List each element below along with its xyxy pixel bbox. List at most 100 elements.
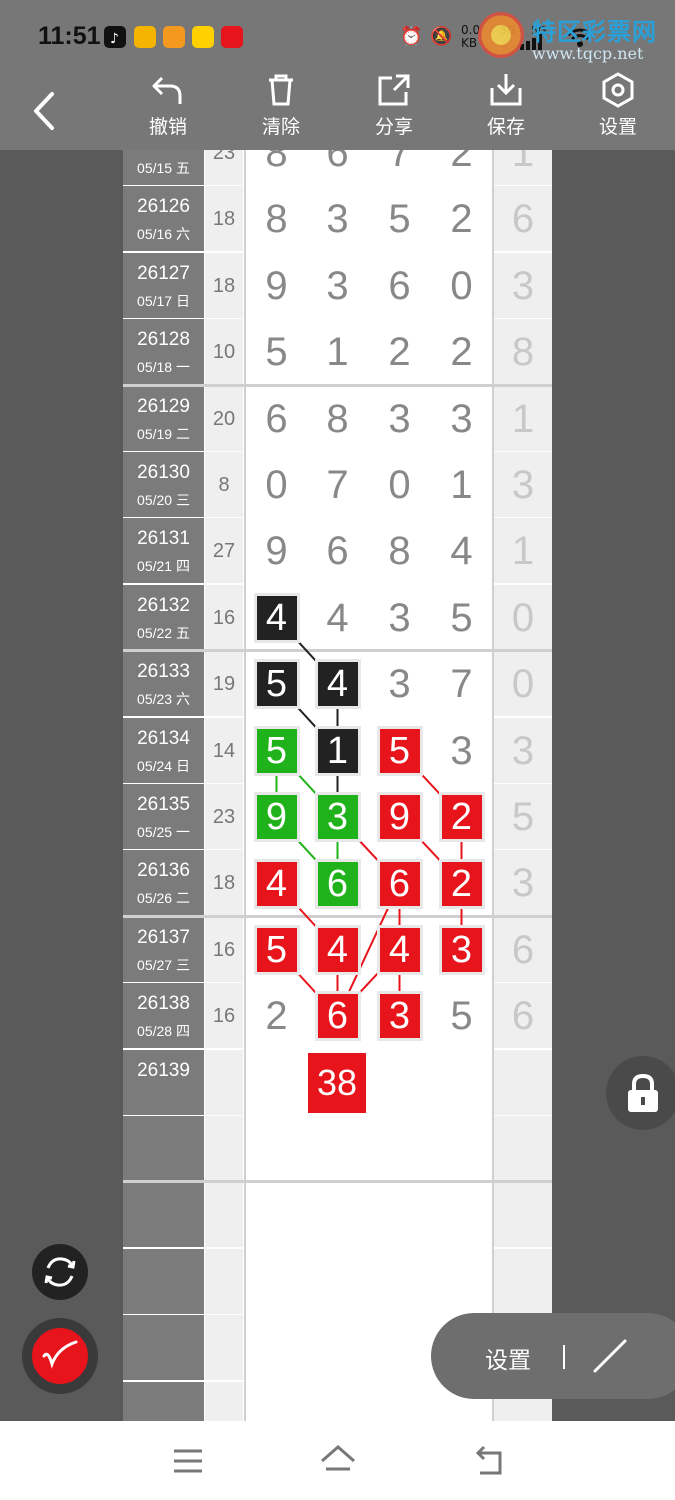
share-button[interactable]: 分享 [349, 72, 439, 150]
settings-button[interactable]: 设置 [573, 72, 663, 150]
save-button[interactable]: 保存 [461, 72, 551, 150]
undo-button[interactable]: 撤销 [123, 72, 213, 150]
digit-cell[interactable]: 7 [369, 150, 430, 185]
digit-cell[interactable] [431, 1116, 492, 1181]
digit-cell[interactable] [369, 1182, 430, 1248]
mark-black[interactable]: 1 [317, 728, 358, 773]
digit-cell[interactable] [369, 1116, 430, 1181]
system-nav-bar [0, 1421, 675, 1500]
digit-cell[interactable]: 3 [307, 186, 368, 252]
digit-cell[interactable] [246, 1315, 307, 1381]
mark-green[interactable]: 9 [256, 795, 297, 840]
digit-cell[interactable]: 6 [307, 150, 368, 185]
home-icon[interactable] [318, 1441, 358, 1481]
pill-settings-label[interactable]: 设置 [485, 1341, 531, 1375]
mark-green[interactable]: 3 [317, 795, 358, 840]
digit-cell[interactable] [246, 1381, 307, 1421]
digit-cell[interactable]: 0 [431, 252, 492, 318]
digit-cell[interactable] [369, 1381, 430, 1421]
mark-red[interactable]: 4 [317, 928, 358, 972]
digit-cell[interactable] [246, 1049, 307, 1115]
digit-cell[interactable] [431, 1182, 492, 1248]
prediction-mark[interactable]: 38 [308, 1052, 366, 1113]
mark-red[interactable]: 6 [317, 994, 358, 1039]
digit-cell[interactable]: 3 [431, 385, 492, 451]
issue-number: 26127 [137, 262, 190, 284]
floating-settings-pill[interactable]: 设置 [431, 1313, 675, 1399]
mark-red[interactable]: 6 [379, 861, 420, 906]
digit-cell[interactable]: 5 [369, 186, 430, 252]
tail-digit-cell: 6 [494, 916, 552, 982]
digit-cell[interactable] [307, 1182, 368, 1248]
mark-red[interactable]: 4 [256, 861, 297, 906]
digit-cell[interactable]: 9 [246, 252, 307, 318]
mark-red[interactable]: 2 [441, 861, 482, 906]
digit-cell[interactable]: 5 [431, 983, 492, 1049]
digit-cell[interactable]: 2 [431, 319, 492, 385]
digit-cell[interactable] [307, 1315, 368, 1381]
mark-red[interactable]: 5 [256, 928, 297, 972]
digit-cell[interactable]: 8 [307, 385, 368, 451]
digit-cell[interactable]: 3 [369, 651, 430, 717]
mark-red[interactable]: 4 [379, 928, 420, 972]
back-button[interactable] [26, 86, 66, 136]
menu-icon[interactable] [172, 1441, 204, 1481]
digit-cell[interactable] [369, 1248, 430, 1314]
digit-cell[interactable]: 3 [431, 717, 492, 783]
refresh-button[interactable] [32, 1244, 88, 1300]
digit-cell[interactable]: 7 [307, 452, 368, 517]
mark-red[interactable]: 3 [379, 994, 420, 1039]
digit-cell[interactable]: 6 [307, 518, 368, 584]
mark-black[interactable]: 4 [317, 662, 358, 707]
digit-cell[interactable]: 6 [246, 385, 307, 451]
digit-cell[interactable]: 3 [369, 584, 430, 650]
digit-cell[interactable]: 7 [431, 651, 492, 717]
digit-cell[interactable]: 4 [431, 518, 492, 584]
mark-red[interactable]: 3 [441, 928, 482, 972]
clear-button[interactable]: 清除 [236, 72, 326, 150]
digit-cell[interactable]: 0 [246, 452, 307, 517]
mark-green[interactable]: 5 [256, 728, 297, 773]
digit-cell[interactable]: 2 [431, 186, 492, 252]
digit-cell[interactable]: 2 [369, 319, 430, 385]
digit-cell[interactable] [246, 1182, 307, 1248]
digit-cell[interactable]: 9 [246, 518, 307, 584]
digit-cell[interactable]: 0 [369, 452, 430, 517]
digit-cell[interactable] [431, 1049, 492, 1115]
tail-digit-cell: 3 [494, 452, 552, 517]
digit-cell[interactable] [369, 1315, 430, 1381]
digit-cell[interactable]: 8 [246, 150, 307, 185]
digit-cell[interactable] [369, 1049, 430, 1115]
digit-cell[interactable] [246, 1248, 307, 1314]
pen-button[interactable] [22, 1318, 98, 1394]
digit-cell[interactable] [307, 1248, 368, 1314]
lock-button[interactable] [606, 1056, 675, 1130]
digit-cell[interactable]: 3 [307, 252, 368, 318]
digit-cell[interactable]: 2 [246, 983, 307, 1049]
mark-black[interactable]: 4 [256, 596, 297, 640]
issue-number: 26139 [137, 1059, 190, 1081]
digit-cell[interactable]: 2 [431, 150, 492, 185]
digit-cell[interactable] [307, 1381, 368, 1421]
digit-cell[interactable]: 5 [431, 584, 492, 650]
mark-black[interactable]: 5 [256, 662, 297, 707]
digit-cell[interactable]: 1 [431, 452, 492, 517]
mark-red[interactable]: 5 [379, 728, 420, 773]
back-nav-icon[interactable] [470, 1441, 506, 1481]
digit-cell[interactable]: 5 [246, 319, 307, 385]
digit-cell[interactable]: 8 [369, 518, 430, 584]
mark-red[interactable]: 9 [379, 795, 420, 840]
mark-red[interactable]: 2 [441, 795, 482, 840]
digit-cell[interactable] [431, 1248, 492, 1314]
line-tool-icon[interactable] [591, 1335, 631, 1375]
digit-cell[interactable]: 6 [369, 252, 430, 318]
digit-cell[interactable]: 1 [307, 319, 368, 385]
trend-grid[interactable]: 2612505/15 五23867212612605/16 六188352626… [123, 150, 552, 1421]
digit-cell[interactable] [246, 1116, 307, 1181]
digit-cell[interactable]: 8 [246, 186, 307, 252]
issue-cell: 26132 05/22 五 [123, 584, 204, 650]
mark-green[interactable]: 6 [317, 861, 358, 906]
digit-cell[interactable]: 3 [369, 385, 430, 451]
digit-cell[interactable]: 4 [307, 584, 368, 650]
digit-cell[interactable] [307, 1116, 368, 1181]
